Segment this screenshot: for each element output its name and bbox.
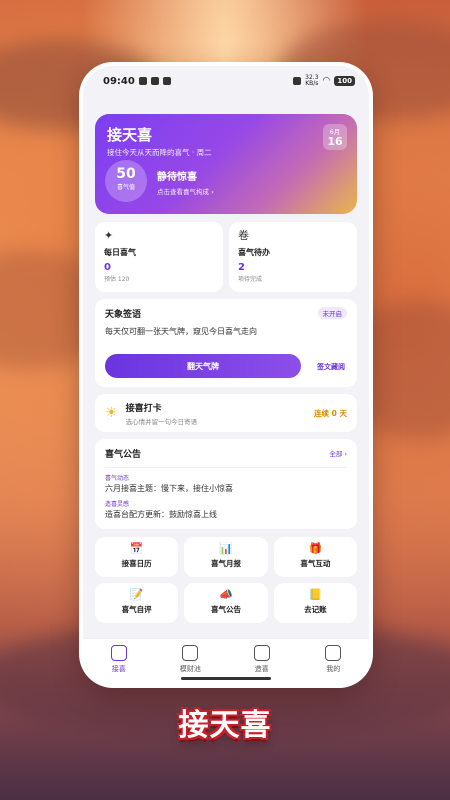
calculator-icon xyxy=(253,645,270,661)
brand-title: 接天喜 xyxy=(178,708,272,743)
bar-chart-icon: 📊 xyxy=(219,542,233,555)
network-speed: 32.3 KB/s xyxy=(305,74,319,87)
scroll-icon: 卷 xyxy=(238,229,249,242)
hero-status-hint: 点击查看喜气构成 › xyxy=(157,188,214,196)
status-bar: 09:40 32.3 KB/s ◠ 100 xyxy=(83,66,369,96)
todo-card[interactable]: 卷 喜气待办 2 项待完成 xyxy=(229,222,357,292)
app-icon xyxy=(150,77,159,85)
tab-wealth-pool[interactable]: 模财池 xyxy=(160,645,220,674)
interaction-button[interactable]: 🎁 喜气互动 xyxy=(273,537,357,577)
tab-create[interactable]: 造喜 xyxy=(232,645,292,674)
hero-status-title: 静待惊喜 xyxy=(157,172,197,183)
todo-count: 2 xyxy=(238,262,245,273)
notification-icon xyxy=(138,77,147,85)
signal-icon xyxy=(293,77,302,85)
profile-icon xyxy=(325,645,342,661)
grid-icon xyxy=(182,645,199,661)
checkin-card[interactable]: ☀ 接喜打卡 选心情并留一句今日寄语 连续 0 天 xyxy=(95,394,357,432)
todo-title: 喜气待办 xyxy=(238,248,270,257)
tab-home[interactable]: 接喜 xyxy=(89,645,149,674)
tab-profile[interactable]: 我的 xyxy=(303,645,363,674)
bottom-tab-bar: 接喜 模财池 造喜 我的 xyxy=(83,638,369,684)
notice-item[interactable]: 造喜灵感 造喜台配方更新：鼓励惊喜上线 xyxy=(105,499,347,520)
notice-all-link[interactable]: 全部 › xyxy=(329,448,347,458)
checkin-title: 接喜打卡 xyxy=(125,403,162,414)
divider xyxy=(105,467,347,468)
sign-card: 天象签语 未开启 每天仅可翻一张天气牌，窥见今日喜气走向 翻天气牌 签文藏阅 xyxy=(95,299,357,387)
daily-luck-card[interactable]: ✦ 每日喜气 0 预估 120 xyxy=(95,222,223,292)
battery-icon: 100 xyxy=(334,76,355,86)
hero-card[interactable]: 接天喜 接住今天从天而降的喜气 · 周二 6月 16 50 喜气值 静待惊喜 点… xyxy=(95,114,357,214)
monthly-report-button[interactable]: 📊 喜气月报 xyxy=(184,537,268,577)
hero-status[interactable]: 静待惊喜 点击查看喜气构成 › xyxy=(157,168,214,196)
checkin-streak: 连续 0 天 xyxy=(314,408,347,418)
phone-frame: 09:40 32.3 KB/s ◠ 100 接天喜 接住今天从天而降的喜气 · … xyxy=(83,66,369,684)
calendar-button[interactable]: 📅 接喜日历 xyxy=(95,537,179,577)
notice-tag: 造喜灵感 xyxy=(105,501,130,508)
daily-luck-title: 每日喜气 xyxy=(104,248,136,257)
notice-title: 喜气公告 xyxy=(105,450,142,460)
feature-grid: 📅 接喜日历 📊 喜气月报 🎁 喜气互动 📝 喜气自评 📣 喜气公告 📒 去记账 xyxy=(95,537,357,623)
sun-icon: ☀ xyxy=(105,405,118,421)
checkin-subtitle: 选心情并留一句今日寄语 xyxy=(125,417,198,426)
home-icon xyxy=(110,645,127,661)
calendar-icon: 📅 xyxy=(129,542,144,555)
date-badge: 6月 16 xyxy=(323,124,347,150)
todo-sub: 项待完成 xyxy=(238,276,263,283)
notebook-icon: 📒 xyxy=(308,588,323,601)
grid-notification-icon xyxy=(162,77,171,85)
app-title: 接天喜 xyxy=(107,126,153,144)
main-content: 接天喜 接住今天从天而降的喜气 · 周二 6月 16 50 喜气值 静待惊喜 点… xyxy=(83,96,369,638)
memo-icon: 📝 xyxy=(129,588,144,601)
notice-item[interactable]: 喜气动态 六月接喜主题：慢下来，接住小惊喜 xyxy=(105,473,347,494)
gift-icon: 🎁 xyxy=(308,542,323,555)
home-indicator xyxy=(181,677,271,680)
sparkle-icon: ✦ xyxy=(104,229,114,242)
announcement-button[interactable]: 📣 喜气公告 xyxy=(184,583,268,623)
sign-title: 天象签语 xyxy=(105,310,142,320)
sign-description: 每天仅可翻一张天气牌，窥见今日喜气走向 xyxy=(105,327,257,336)
self-review-button[interactable]: 📝 喜气自评 xyxy=(95,583,179,623)
score-value: 50 xyxy=(116,166,136,182)
daily-luck-estimate: 预估 120 xyxy=(104,276,130,283)
notice-card: 喜气公告 全部 › 喜气动态 六月接喜主题：慢下来，接住小惊喜 造喜灵感 造喜台… xyxy=(95,439,357,529)
daily-luck-value: 0 xyxy=(104,262,111,273)
notice-text: 六月接喜主题：慢下来，接住小惊喜 xyxy=(105,484,233,493)
notice-text: 造喜台配方更新：鼓励惊喜上线 xyxy=(105,510,217,519)
status-time: 09:40 xyxy=(103,75,135,87)
notice-tag: 喜气动态 xyxy=(105,475,130,482)
wifi-icon: ◠ xyxy=(322,76,331,86)
flip-card-button[interactable]: 翻天气牌 xyxy=(105,354,301,378)
score-label: 喜气值 xyxy=(116,184,135,191)
sign-collection-link[interactable]: 签文藏阅 xyxy=(317,362,345,372)
status-badge: 未开启 xyxy=(317,307,347,319)
hero-subtitle: 接住今天从天而降的喜气 · 周二 xyxy=(107,148,212,157)
bookkeeping-button[interactable]: 📒 去记账 xyxy=(273,583,357,623)
score-circle[interactable]: 50 喜气值 xyxy=(105,160,147,202)
megaphone-icon: 📣 xyxy=(219,588,233,601)
